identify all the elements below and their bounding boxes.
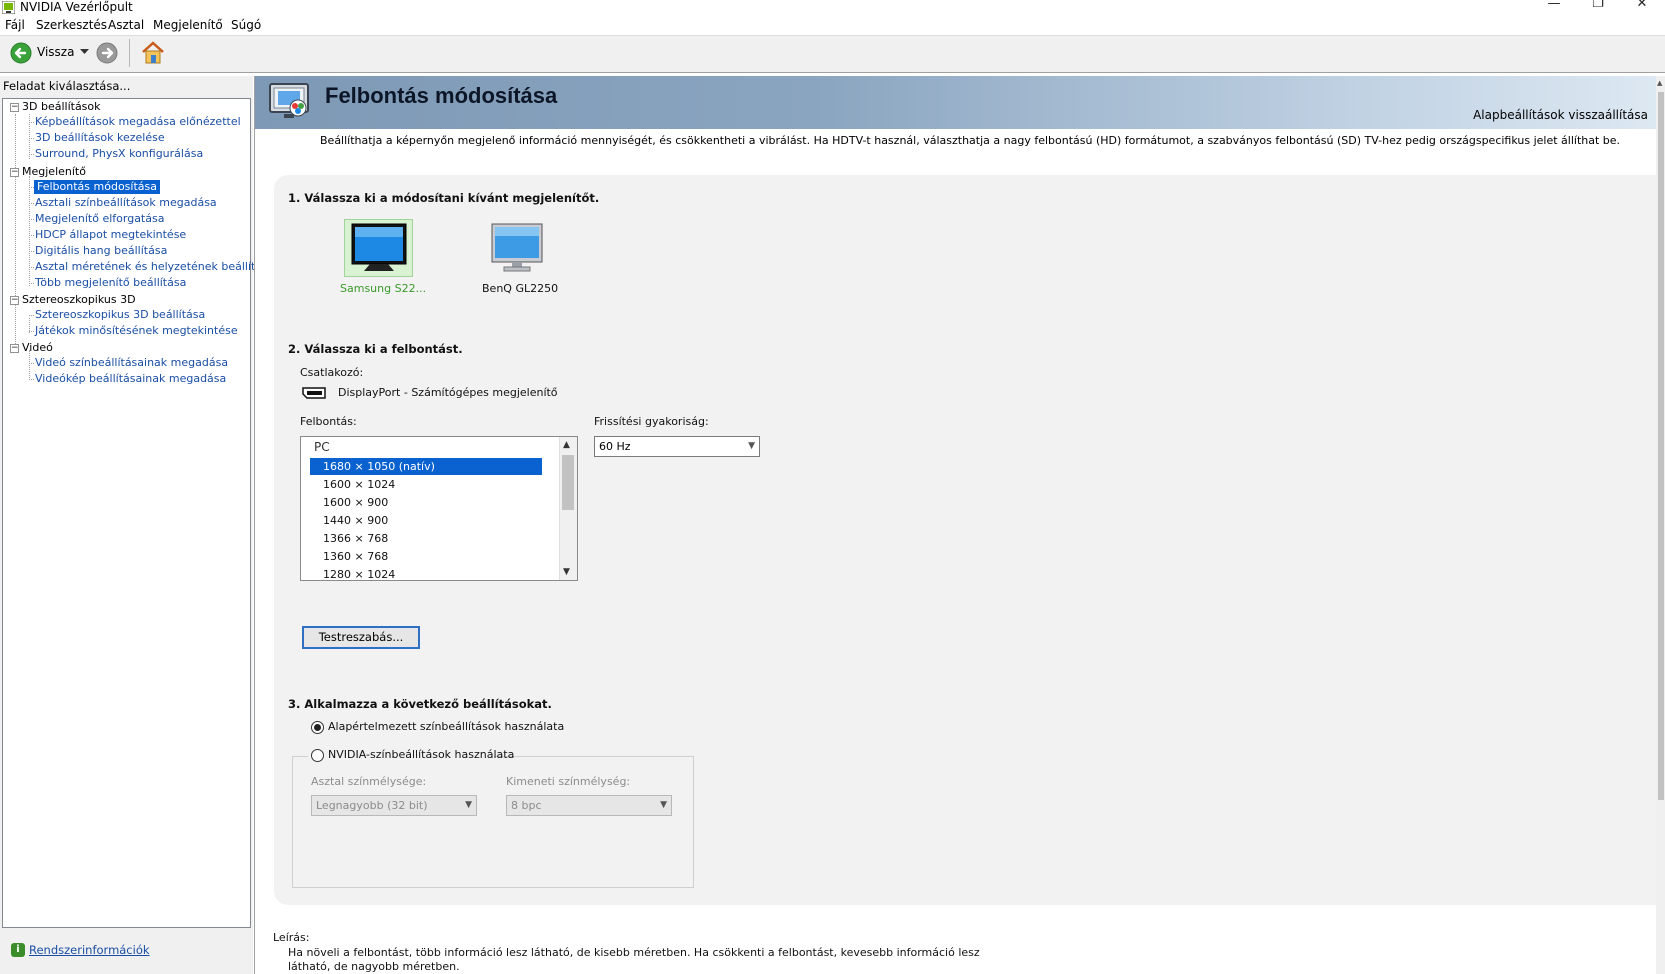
- desktop-color-depth-label: Asztal színmélysége:: [311, 775, 427, 788]
- tree-item-change-resolution[interactable]: Felbontás módosítása: [34, 180, 160, 194]
- tree-item-image-settings-preview[interactable]: Képbeállítások megadása előnézettel: [35, 115, 241, 129]
- display-samsung-label[interactable]: Samsung S22...: [340, 282, 426, 295]
- resolution-option[interactable]: 1680 × 1050 (natív): [323, 458, 435, 475]
- title-bar: [0, 0, 1665, 17]
- tree-category-video[interactable]: Videó: [22, 341, 53, 355]
- monitor-icon: [491, 223, 543, 272]
- resolution-label: Felbontás:: [300, 415, 357, 428]
- display-benq[interactable]: [488, 219, 546, 277]
- resolution-option[interactable]: 1600 × 1024: [323, 476, 395, 493]
- menu-help[interactable]: Súgó: [231, 17, 261, 34]
- collapse-video-icon[interactable]: −: [10, 344, 19, 353]
- tree-item-rotate-display[interactable]: Megjelenítő elforgatása: [35, 212, 164, 226]
- back-label: Vissza: [37, 45, 75, 59]
- default-color-label[interactable]: Alapértelmezett színbeállítások használa…: [328, 720, 564, 733]
- menu-display[interactable]: Megjelenítő: [153, 17, 223, 34]
- chevron-down-icon: ▼: [660, 800, 667, 810]
- nvidia-color-radio[interactable]: [311, 749, 324, 762]
- collapse-3d-icon[interactable]: −: [10, 103, 19, 112]
- scroll-thumb[interactable]: [562, 455, 574, 510]
- restore-defaults-link[interactable]: Alapbeállítások visszaállítása: [1473, 108, 1648, 122]
- step1-heading: 1. Válassza ki a módosítani kívánt megje…: [288, 191, 600, 205]
- tree-item-multiple-displays[interactable]: Több megjelenítő beállítása: [35, 276, 186, 290]
- minimize-button[interactable]: —: [1532, 0, 1576, 17]
- output-color-depth-value: 8 bpc: [511, 799, 542, 812]
- description-text: Ha növeli a felbontást, több információ …: [288, 946, 980, 973]
- scroll-down-icon[interactable]: ▼: [563, 567, 570, 577]
- page-intro: Beállíthatja a képernyőn megjelenő infor…: [320, 134, 1621, 147]
- tree-item-desktop-color[interactable]: Asztali színbeállítások megadása: [35, 196, 217, 210]
- refresh-rate-select[interactable]: 60 Hz ▼: [594, 436, 760, 457]
- resolution-option[interactable]: 1280 × 1024: [323, 566, 395, 579]
- chevron-down-icon: ▼: [748, 441, 755, 451]
- scroll-up-icon[interactable]: ▲: [563, 440, 570, 450]
- menu-desktop[interactable]: Asztal: [108, 17, 144, 34]
- menu-file[interactable]: Fájl: [5, 17, 25, 34]
- tree-item-surround-physx[interactable]: Surround, PhysX konfigurálása: [35, 147, 203, 161]
- page-title: Felbontás módosítása: [325, 83, 558, 108]
- tree-item-desktop-size-position[interactable]: Asztal méretének és helyzetének beállítá…: [35, 260, 275, 274]
- tree-line: [29, 114, 30, 159]
- menu-edit[interactable]: Szerkesztés: [36, 17, 107, 34]
- tree-item-hdcp-status[interactable]: HDCP állapot megtekintése: [35, 228, 186, 242]
- displayport-icon: [302, 387, 326, 399]
- content-scroll-thumb[interactable]: [1658, 92, 1664, 800]
- refresh-rate-value: 60 Hz: [599, 440, 631, 453]
- tree-category-stereo-3d[interactable]: Sztereoszkopikus 3D: [22, 293, 136, 307]
- resolution-option[interactable]: 1360 × 768: [323, 548, 388, 565]
- display-resolution-icon: [269, 83, 309, 118]
- tree-item-game-ratings[interactable]: Játékok minősítésének megtekintése: [35, 324, 238, 338]
- resolution-option[interactable]: 1440 × 900: [323, 512, 388, 529]
- tree-line: [15, 114, 16, 350]
- system-info-icon: i: [11, 943, 25, 957]
- task-panel-label: Feladat kiválasztása...: [3, 79, 131, 93]
- display-benq-label[interactable]: BenQ GL2250: [482, 282, 558, 295]
- scroll-up-icon[interactable]: ▲: [1657, 79, 1662, 87]
- toolbar-separator: [129, 39, 130, 67]
- restore-button[interactable]: ❐: [1576, 0, 1620, 17]
- tree-item-digital-audio[interactable]: Digitális hang beállítása: [35, 244, 167, 258]
- forward-arrow-icon[interactable]: [96, 42, 118, 64]
- description-label: Leírás:: [273, 931, 310, 944]
- step3-heading: 3. Alkalmazza a következő beállításokat.: [288, 697, 552, 711]
- back-arrow-icon: [10, 42, 32, 64]
- desktop-color-depth-value: Legnagyobb (32 bit): [316, 799, 428, 812]
- back-button[interactable]: Vissza: [8, 41, 78, 65]
- toolbar: [0, 35, 1665, 73]
- customize-button[interactable]: Testreszabás...: [302, 626, 420, 649]
- window-title: NVIDIA Vezérlőpult: [20, 0, 133, 14]
- nvidia-app-icon: [2, 1, 15, 14]
- monitor-icon: [351, 223, 407, 271]
- default-color-radio[interactable]: [311, 721, 324, 734]
- collapse-stereo-icon[interactable]: −: [10, 296, 19, 305]
- step2-heading: 2. Válassza ki a felbontást.: [288, 342, 463, 356]
- connector-value: DisplayPort - Számítógépes megjelenítő: [338, 386, 558, 399]
- tree-category-display[interactable]: Megjelenítő: [22, 165, 86, 179]
- tree-item-video-color[interactable]: Videó színbeállításainak megadása: [35, 356, 228, 370]
- output-color-depth-select: 8 bpc ▼: [506, 795, 672, 816]
- desktop-color-depth-select: Legnagyobb (32 bit) ▼: [311, 795, 477, 816]
- nvidia-color-label[interactable]: NVIDIA-színbeállítások használata: [328, 748, 514, 761]
- tree-item-video-image[interactable]: Videókép beállításainak megadása: [35, 372, 226, 386]
- resolution-option[interactable]: 1600 × 900: [323, 494, 388, 511]
- system-info-link[interactable]: Rendszerinformációk: [29, 943, 150, 957]
- refresh-rate-label: Frissítési gyakoriság:: [594, 415, 709, 428]
- connector-label: Csatlakozó:: [300, 366, 364, 379]
- resolution-group-pc: PC: [314, 440, 330, 454]
- display-samsung[interactable]: [344, 219, 413, 277]
- resolution-option[interactable]: 1366 × 768: [323, 530, 388, 547]
- tree-item-stereo-setup[interactable]: Sztereoszkopikus 3D beállítása: [35, 308, 205, 322]
- tree-item-manage-3d[interactable]: 3D beállítások kezelése: [35, 131, 165, 145]
- chevron-down-icon: ▼: [465, 800, 472, 810]
- collapse-display-icon[interactable]: −: [10, 168, 19, 177]
- close-button[interactable]: ✕: [1620, 0, 1664, 17]
- home-icon[interactable]: [140, 40, 166, 65]
- tree-category-3d[interactable]: 3D beállítások: [22, 100, 101, 114]
- back-dropdown-icon[interactable]: [80, 49, 89, 55]
- output-color-depth-label: Kimeneti színmélység:: [506, 775, 631, 788]
- tree-line: [29, 176, 30, 286]
